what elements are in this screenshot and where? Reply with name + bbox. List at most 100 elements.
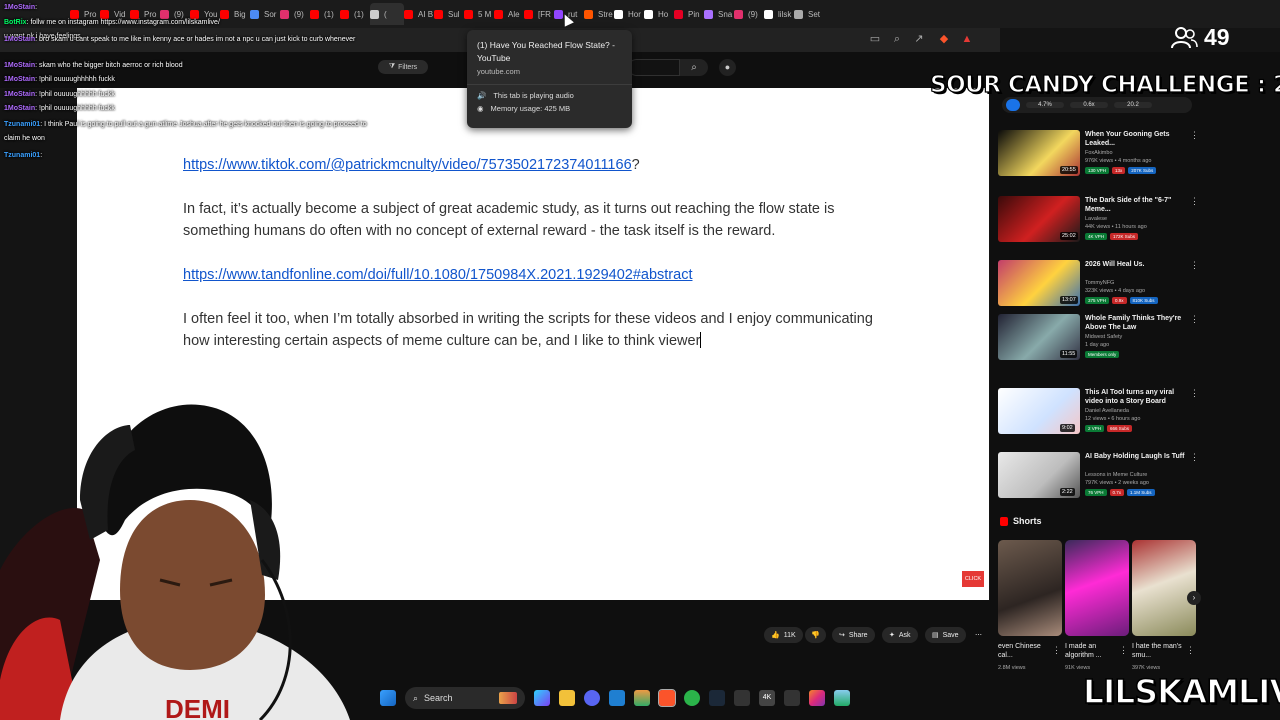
save-button[interactable]: ▤ Save <box>925 627 966 643</box>
browser-tab[interactable]: 5 M <box>464 3 494 25</box>
browser-tab[interactable]: Sul <box>434 3 464 25</box>
ask-button[interactable]: ✦ Ask <box>882 627 918 643</box>
instagram-icon[interactable] <box>809 690 825 706</box>
video-title[interactable]: The Dark Side of the "6-7" Meme... <box>1085 196 1185 214</box>
like-button[interactable]: 👍 11K <box>764 627 803 643</box>
recommended-video[interactable]: 9:02 This AI Tool turns any viral video i… <box>998 388 1199 438</box>
zoom-icon[interactable]: ⌕ <box>891 33 903 45</box>
video-title[interactable]: AI Baby Holding Laugh Is Tuff <box>1085 452 1185 461</box>
search-input[interactable] <box>628 59 680 76</box>
video-menu-button[interactable]: ⋮ <box>1190 452 1199 463</box>
chat-username[interactable]: Tzunami01 <box>4 152 40 159</box>
chat-username[interactable]: 1MoStain <box>4 91 35 98</box>
tandfonline-link[interactable]: https://www.tandfonline.com/doi/full/10.… <box>183 267 692 283</box>
share-button[interactable]: ↪ Share <box>832 627 875 643</box>
video-channel[interactable]: Daniel Avellaneda <box>1085 408 1185 415</box>
browser-tab[interactable]: Pin <box>674 3 704 25</box>
short-title-2[interactable]: I made an algorithm ... <box>1065 642 1123 660</box>
short-thumb-3[interactable] <box>1132 540 1196 636</box>
video-channel[interactable]: FoxAkimbo <box>1085 150 1185 157</box>
browser-tab[interactable]: Stre <box>584 3 614 25</box>
shorts-heading: Shorts <box>1013 516 1042 526</box>
browser-tab[interactable]: [FR <box>524 3 554 25</box>
browser-tab[interactable]: (9) <box>280 3 310 25</box>
recommended-video[interactable]: 11:55 Whole Family Thinks They're Above T… <box>998 314 1199 364</box>
short-title-3[interactable]: I hate the man's smu... <box>1132 642 1190 660</box>
browser-tab[interactable]: Ho <box>644 3 674 25</box>
recommended-video[interactable]: 25:02 The Dark Side of the "6-7" Meme... L… <box>998 196 1199 246</box>
windows-start-icon[interactable] <box>380 690 396 706</box>
video-duration: 13:07 <box>1060 296 1078 304</box>
share-icon[interactable]: ↗ <box>913 33 925 45</box>
chat-username[interactable]: BotRix <box>4 19 27 26</box>
video-title[interactable]: When Your Gooning Gets Leaked... <box>1085 130 1185 148</box>
file-explorer-icon[interactable] <box>559 690 575 706</box>
cast-icon[interactable]: ▭ <box>869 33 881 45</box>
browser-tab[interactable]: ( <box>370 3 404 25</box>
tab-label: You <box>204 9 218 19</box>
browser-tab[interactable]: lilsk <box>764 3 794 25</box>
copilot-icon[interactable] <box>534 690 550 706</box>
video-menu-button[interactable]: ⋮ <box>1190 196 1199 207</box>
taskbar-search[interactable]: ⌕ Search <box>405 687 525 709</box>
voice-search-button[interactable]: ● <box>719 59 736 76</box>
browser-tab[interactable]: (1) <box>310 3 340 25</box>
short-title-1[interactable]: even Chinese cal... <box>998 642 1056 660</box>
obs-icon[interactable] <box>784 690 800 706</box>
short-thumb-1[interactable] <box>998 540 1062 636</box>
more-actions-button[interactable]: ⋯ <box>970 627 987 643</box>
video-channel[interactable]: Lessons in Meme Culture <box>1085 472 1185 479</box>
browser-tab[interactable]: Ale <box>494 3 524 25</box>
browser-tab[interactable]: Sna <box>704 3 734 25</box>
browser-tab[interactable]: Hor <box>614 3 644 25</box>
photos-icon[interactable] <box>834 690 850 706</box>
video-channel[interactable]: Midwest Safety <box>1085 334 1185 341</box>
video-menu-button[interactable]: ⋮ <box>1190 260 1199 271</box>
store-icon[interactable] <box>609 690 625 706</box>
game-icon[interactable] <box>634 690 650 706</box>
video-menu-button[interactable]: ⋮ <box>1190 130 1199 141</box>
short-menu-1[interactable]: ⋮ <box>1052 645 1061 656</box>
chat-username[interactable]: 1MoStain <box>4 76 35 83</box>
tab-label: 5 M <box>478 9 492 19</box>
chat-username[interactable]: 1MoStain <box>4 4 35 11</box>
video-menu-button[interactable]: ⋮ <box>1190 388 1199 399</box>
video-channel[interactable]: TommyNFG <box>1085 280 1185 287</box>
browser-tab[interactable]: Set <box>794 3 824 25</box>
brave-shield-icon[interactable]: ◆ <box>938 33 950 45</box>
video-title[interactable]: 2026 Will Heal Us. <box>1085 260 1185 269</box>
recommended-video[interactable]: 2:22 AI Baby Holding Laugh Is Tuff Lessons… <box>998 452 1199 502</box>
short-menu-3[interactable]: ⋮ <box>1186 645 1195 656</box>
chat-username[interactable]: Tzunami01 <box>4 121 40 128</box>
video-menu-button[interactable]: ⋮ <box>1190 314 1199 325</box>
chat-username[interactable]: 1MoStain <box>4 36 35 43</box>
dislike-button[interactable]: 👎 <box>805 627 826 643</box>
video-title[interactable]: This AI Tool turns any viral video into … <box>1085 388 1185 406</box>
browser-tab[interactable]: Sor <box>250 3 280 25</box>
recommended-video[interactable]: 20:55 When Your Gooning Gets Leaked... Fox… <box>998 130 1199 180</box>
tab-favicon-icon <box>524 9 533 19</box>
brave-browser-icon[interactable] <box>658 689 676 707</box>
recommended-video[interactable]: 13:07 2026 Will Heal Us. TommyNFG 323K view… <box>998 260 1199 310</box>
short-thumb-2[interactable] <box>1065 540 1129 636</box>
brave-rewards-icon[interactable]: ▲ <box>961 33 973 45</box>
4k-app-icon[interactable]: 4K <box>759 690 775 706</box>
click-badge[interactable]: CLICK <box>962 571 984 587</box>
search-button[interactable]: ⌕ <box>680 59 708 76</box>
chat-username[interactable]: 1MoStain <box>4 62 35 69</box>
steam-icon[interactable] <box>709 690 725 706</box>
short-menu-2[interactable]: ⋮ <box>1119 645 1128 656</box>
browser-tab[interactable]: (1) <box>340 3 370 25</box>
tiktok-link[interactable]: https://www.tiktok.com/@patrickmcnulty/v… <box>183 157 632 173</box>
chrome-icon[interactable] <box>684 690 700 706</box>
discord-icon[interactable] <box>584 690 600 706</box>
video-title[interactable]: Whole Family Thinks They're Above The La… <box>1085 314 1185 332</box>
shorts-next-button[interactable]: › <box>1187 591 1201 605</box>
browser-tab[interactable]: AI B <box>404 3 434 25</box>
filters-chip[interactable]: ⧩ Filters <box>378 60 428 74</box>
app-icon[interactable] <box>734 690 750 706</box>
video-channel[interactable]: Lavalese <box>1085 216 1185 223</box>
browser-tab[interactable]: Big <box>220 3 250 25</box>
browser-tab[interactable]: (9) <box>734 3 764 25</box>
chat-username[interactable]: 1MoStain <box>4 105 35 112</box>
